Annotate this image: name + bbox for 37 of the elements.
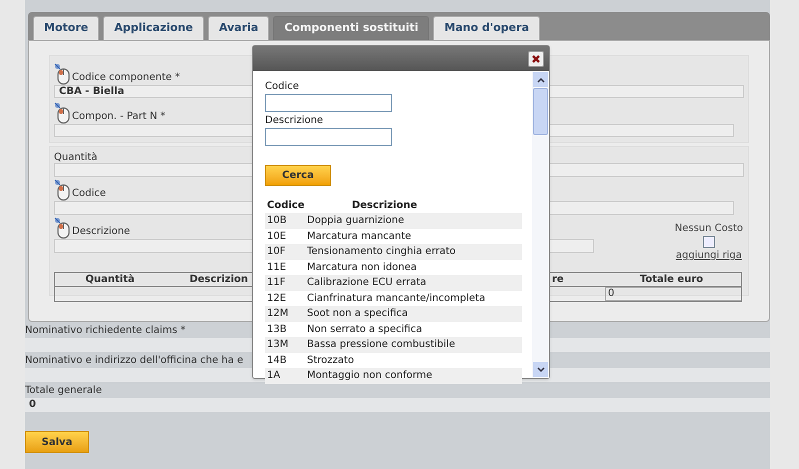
column-header: Quantità [84, 273, 136, 286]
description-text: Montaggio non conforme [307, 369, 434, 384]
checkbox-label: Nessun Costo [674, 222, 743, 236]
field-label: Codice [72, 187, 106, 201]
column-header: Descrizion [188, 273, 249, 286]
description-text: Strozzato [307, 354, 355, 368]
column-header: Descrizione [350, 198, 418, 212]
code-text: 13B [266, 322, 288, 337]
field-label: Compon. - Part N * [72, 110, 166, 124]
field-label: Descrizione [72, 225, 130, 239]
code-text: 10B [266, 214, 288, 228]
column-header: Totale euro [638, 273, 704, 286]
code-text: 10F [266, 245, 286, 260]
code-text: 12E [266, 292, 288, 306]
code-text: 10E [266, 230, 288, 244]
table-cell: 0 [605, 287, 741, 301]
description-text: Marcatura non idonea [307, 260, 418, 275]
column-header: Codice [266, 198, 306, 212]
description-text: Cianfrinatura mancante/incompleta [307, 292, 486, 306]
code-text: 12M [266, 307, 290, 322]
field-label: Descrizione [265, 114, 324, 128]
column-header: re [552, 273, 565, 286]
field-label: Codice [265, 80, 300, 94]
description-text: Tensionamento cinghia errato [307, 245, 457, 260]
code-text: 1A [266, 369, 282, 384]
code-text: 13M [266, 338, 290, 352]
description-text: Doppia guarnizione [307, 214, 406, 228]
description-text: Non serrato a specifica [307, 322, 424, 337]
description-text: Soot non a specifica [307, 307, 409, 322]
description-text: Calibrazione ECU errata [307, 276, 428, 290]
code-text: 11F [266, 276, 286, 290]
description-text: Bassa pressione combustibile [307, 338, 456, 352]
field-label: Codice componente * [72, 71, 180, 85]
code-text: 11E [266, 260, 288, 275]
code-text: 14B [266, 354, 288, 368]
field-label: Quantità [54, 151, 98, 163]
description-text: Marcatura mancante [307, 230, 412, 244]
